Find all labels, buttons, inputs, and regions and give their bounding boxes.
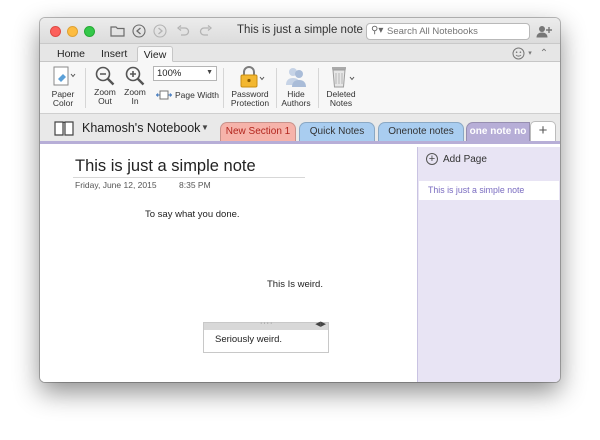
search-icon: ⚲▾ <box>371 25 384 36</box>
minimize-window-button[interactable] <box>67 26 78 37</box>
title-underline <box>73 177 305 178</box>
ribbon-tab-row: Home Insert View ▾ ⌃ <box>40 44 560 62</box>
forward-arrow-icon[interactable] <box>151 23 169 39</box>
note-container[interactable]: ···· ◀▶ Seriously weird. <box>203 320 329 353</box>
trash-icon <box>332 67 355 88</box>
tab-home[interactable]: Home <box>57 46 87 62</box>
paper-color-icon <box>53 66 76 86</box>
password-protection-button[interactable]: Password Protection <box>228 65 272 108</box>
back-arrow-icon[interactable] <box>130 23 148 39</box>
page-date: Friday, June 12, 2015 <box>75 180 157 190</box>
zoom-level-value: 100% <box>157 68 182 79</box>
app-window: This is just a simple note ⚲▾ Home Inser… <box>40 18 560 382</box>
ribbon-divider <box>223 68 224 108</box>
chevron-down-icon[interactable]: ▼ <box>201 123 209 132</box>
add-circle-icon: + <box>426 153 438 165</box>
smiley-feedback-icon[interactable] <box>510 45 526 61</box>
collapse-ribbon-icon[interactable]: ⌃ <box>538 45 550 61</box>
page-list-item[interactable]: This is just a simple note <box>419 181 559 200</box>
grip-dots-icon: ···· <box>260 320 274 327</box>
container-text[interactable]: Seriously weird. <box>215 334 282 345</box>
page-time: 8:35 PM <box>179 180 211 190</box>
share-person-icon[interactable] <box>534 23 554 39</box>
pages-pane: + Add Page This is just a simple note <box>417 147 560 382</box>
tab-insert[interactable]: Insert <box>101 46 133 62</box>
add-section-button[interactable]: + <box>530 121 556 141</box>
chevron-down-icon[interactable]: ▾ <box>526 45 534 61</box>
hide-authors-button[interactable]: Hide Authors <box>280 65 312 108</box>
section-tab-onenote-notes[interactable]: Onenote notes <box>378 122 464 141</box>
ribbon-divider <box>85 68 86 108</box>
ribbon-divider <box>318 68 319 108</box>
page-width-button[interactable]: Page Width <box>156 90 219 100</box>
title-bar: This is just a simple note ⚲▾ <box>40 18 560 44</box>
search-input[interactable] <box>387 25 527 38</box>
note-canvas[interactable]: This is just a simple note Friday, June … <box>40 147 417 382</box>
section-tab-quick-notes[interactable]: Quick Notes <box>299 122 375 141</box>
notebook-book-icon[interactable] <box>54 120 74 141</box>
deleted-notes-button[interactable]: Deleted Notes <box>323 65 359 108</box>
page-title[interactable]: This is just a simple note <box>75 157 256 176</box>
lock-icon <box>240 66 265 88</box>
chevron-down-icon: ▼ <box>206 69 213 76</box>
ribbon-view: Paper Color Zoom Out Zoom In 100% ▼ Page… <box>40 62 560 114</box>
zoom-out-button[interactable]: Zoom Out <box>92 65 118 106</box>
ribbon-divider <box>276 68 277 108</box>
zoom-level-select[interactable]: 100% ▼ <box>153 66 217 81</box>
authors-icon <box>286 68 306 87</box>
close-window-button[interactable] <box>50 26 61 37</box>
resize-arrows-icon[interactable]: ◀▶ <box>315 320 326 328</box>
maximize-window-button[interactable] <box>84 26 95 37</box>
page-width-icon <box>156 90 172 100</box>
notebook-bar: Khamosh's Notebook ▼ New Section 1 Quick… <box>40 114 560 144</box>
note-text-block[interactable]: To say what you done. <box>145 209 240 220</box>
notebook-name[interactable]: Khamosh's Notebook <box>82 121 200 135</box>
add-page-button[interactable]: + Add Page <box>426 153 487 165</box>
search-notebooks-field[interactable]: ⚲▾ <box>366 23 530 40</box>
paper-color-button[interactable]: Paper Color <box>48 65 78 108</box>
section-tab-new-section-1[interactable]: New Section 1 <box>220 122 296 141</box>
container-drag-handle[interactable]: ···· ◀▶ <box>204 320 328 330</box>
window-title: This is just a simple note <box>237 24 363 36</box>
zoom-out-icon <box>95 66 115 86</box>
undo-icon[interactable] <box>174 23 192 39</box>
zoom-in-icon <box>125 66 145 86</box>
section-tab-one-note-no[interactable]: one note no <box>466 122 530 141</box>
tab-view[interactable]: View <box>137 46 173 62</box>
folder-icon[interactable] <box>108 23 126 39</box>
zoom-in-button[interactable]: Zoom In <box>122 65 148 106</box>
note-text-block[interactable]: This Is weird. <box>267 279 323 290</box>
redo-icon[interactable] <box>197 23 215 39</box>
